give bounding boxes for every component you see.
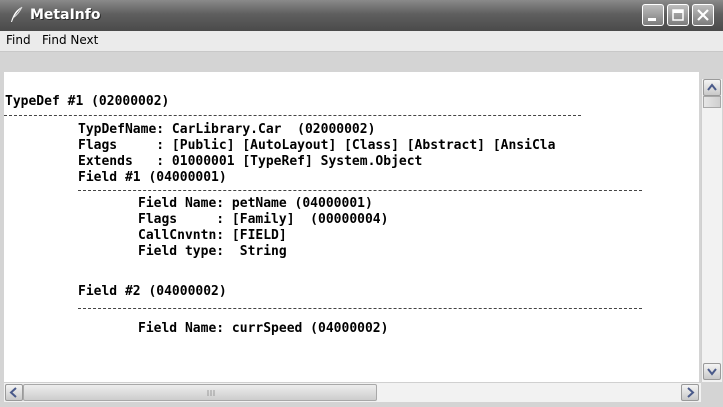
field-2-header: Field #2 (04000002) [78, 284, 227, 299]
metainfo-window: MetaInfo Find Find Next TypeDef #1 (0200… [0, 0, 723, 407]
field-1-flags-line: Flags : [Family] (00000004) [138, 212, 389, 227]
close-button[interactable] [692, 4, 714, 26]
field-1-header: Field #1 (04000001) [78, 170, 227, 185]
separator-line [78, 190, 642, 191]
up-arrow-icon [707, 83, 717, 91]
maximize-icon [672, 9, 684, 21]
scrollbar-corner [701, 382, 721, 401]
menu-find[interactable]: Find [6, 33, 31, 48]
vertical-scrollbar[interactable] [701, 79, 722, 382]
horizontal-scrollbar[interactable] [4, 382, 701, 402]
field-1-name-line: Field Name: petName (04000001) [138, 196, 373, 211]
menu-bar: Find Find Next [0, 31, 723, 52]
left-arrow-icon [9, 387, 17, 398]
scroll-up-button[interactable] [703, 79, 721, 96]
maximize-button[interactable] [667, 4, 689, 26]
vertical-scroll-thumb[interactable] [703, 96, 721, 108]
scroll-down-button[interactable] [703, 363, 721, 380]
feather-pen-icon [11, 6, 23, 22]
close-icon [697, 9, 709, 21]
typedef-header: TypeDef #1 (02000002) [5, 94, 170, 109]
right-arrow-icon [687, 387, 695, 398]
field-1-callcnvntn-line: CallCnvntn: [FIELD] [138, 228, 287, 243]
field-1-type-line: Field type: String [138, 244, 287, 259]
extends-line: Extends : 01000001 [TypeRef] System.Obje… [78, 154, 423, 169]
separator-line [78, 308, 642, 309]
minimize-icon [648, 18, 656, 21]
separator-line [4, 115, 581, 116]
down-arrow-icon [707, 368, 717, 376]
menu-find-next[interactable]: Find Next [42, 33, 98, 48]
scroll-right-button[interactable] [681, 384, 699, 401]
grip-icon [207, 390, 215, 396]
flags-line: Flags : [Public] [AutoLayout] [Class] [A… [78, 138, 556, 153]
metadata-text-area[interactable]: TypeDef #1 (02000002) TypDefName: CarLib… [4, 72, 699, 382]
window-title: MetaInfo [30, 7, 101, 23]
horizontal-scroll-thumb[interactable] [23, 384, 377, 401]
typedef-name-line: TypDefName: CarLibrary.Car (02000002) [78, 122, 376, 137]
title-bar[interactable]: MetaInfo [0, 0, 723, 31]
field-2-name-line: Field Name: currSpeed (04000002) [138, 321, 389, 336]
scroll-left-button[interactable] [5, 384, 23, 401]
minimize-button[interactable] [642, 4, 664, 26]
